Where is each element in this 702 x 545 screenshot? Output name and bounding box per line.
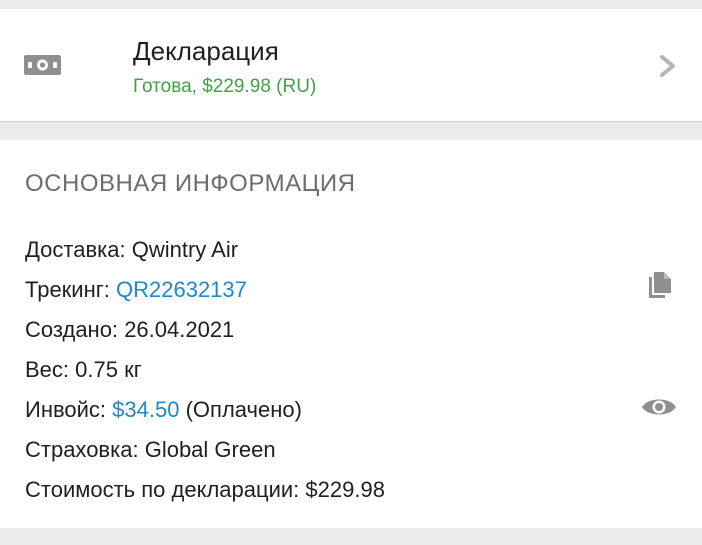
eye-icon[interactable] xyxy=(641,395,677,419)
created-label: Создано: xyxy=(25,317,119,342)
insurance-row: Страховка: Global Green xyxy=(25,437,276,463)
declared-value-amount: $229.98 xyxy=(305,477,385,502)
delivery-label: Доставка: xyxy=(25,237,126,262)
tracking-label: Трекинг: xyxy=(25,277,110,302)
invoice-label: Инвойс: xyxy=(25,397,107,422)
insurance-label: Страховка: xyxy=(25,437,139,462)
created-row: Создано: 26.04.2021 xyxy=(25,317,234,343)
invoice-amount-link[interactable]: $34.50 xyxy=(112,397,179,422)
copy-icon[interactable] xyxy=(646,271,672,301)
insurance-value: Global Green xyxy=(144,437,276,462)
declaration-title: Декларация xyxy=(133,36,279,66)
invoice-status: (Оплачено) xyxy=(185,397,302,422)
money-icon xyxy=(24,55,61,75)
created-value: 26.04.2021 xyxy=(124,317,235,342)
tracking-row: Трекинг: QR22632137 xyxy=(25,277,247,303)
declaration-card[interactable]: Декларация Готова, $229.98 (RU) xyxy=(0,9,702,122)
chevron-right-icon xyxy=(660,55,675,77)
declaration-status: Готова, $229.98 (RU) xyxy=(133,76,317,97)
weight-label: Вес: xyxy=(25,357,70,382)
weight-row: Вес: 0.75 кг xyxy=(25,357,142,383)
weight-value: 0.75 кг xyxy=(75,357,142,382)
declared-value-row: Стоимость по декларации: $229.98 xyxy=(25,477,385,503)
tracking-number-link[interactable]: QR22632137 xyxy=(116,277,247,302)
declared-value-label: Стоимость по декларации: xyxy=(25,477,300,502)
invoice-row: Инвойс: $34.50 (Оплачено) xyxy=(25,397,302,423)
delivery-row: Доставка: Qwintry Air xyxy=(25,237,238,263)
section-title: ОСНОВНАЯ ИНФОРМАЦИЯ xyxy=(25,170,356,197)
delivery-value: Qwintry Air xyxy=(131,237,239,262)
main-info-card: ОСНОВНАЯ ИНФОРМАЦИЯ Доставка: Qwintry Ai… xyxy=(0,140,702,528)
